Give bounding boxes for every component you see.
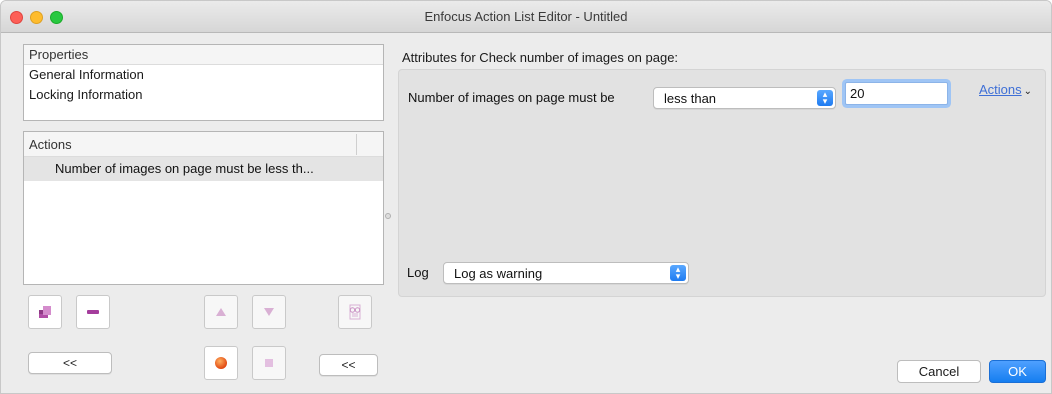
properties-header: Properties [24, 45, 383, 65]
action-row[interactable]: Number of images on page must be less th… [24, 157, 383, 181]
comparison-select-value: less than [664, 91, 717, 106]
log-select-value: Log as warning [454, 266, 543, 281]
select-stepper-icon: ▴ ▾ [670, 265, 686, 281]
comparison-select[interactable]: less than ▴ ▾ [653, 87, 836, 109]
actions-menu-label: Actions [979, 82, 1022, 97]
properties-list: Properties General Information Locking I… [23, 44, 384, 121]
actions-list: Actions Number of images on page must be… [23, 131, 384, 285]
properties-item-locking[interactable]: Locking Information [24, 85, 383, 105]
preview-button[interactable] [338, 295, 372, 329]
cancel-button[interactable]: Cancel [897, 360, 981, 383]
collapse-right-button[interactable]: << [319, 354, 378, 376]
triangle-down-icon [264, 308, 274, 316]
actions-header[interactable]: Actions [24, 132, 383, 157]
condition-label: Number of images on page must be [408, 90, 615, 105]
remove-action-button[interactable] [76, 295, 110, 329]
ok-button[interactable]: OK [989, 360, 1046, 383]
attributes-title: Attributes for Check number of images on… [402, 50, 679, 65]
log-select[interactable]: Log as warning ▴ ▾ [443, 262, 689, 284]
collapse-left-button[interactable]: << [28, 352, 112, 374]
move-down-button[interactable] [252, 295, 286, 329]
actions-header-label: Actions [29, 137, 72, 152]
log-label: Log [407, 265, 429, 280]
add-action-icon [39, 306, 51, 318]
select-stepper-icon: ▴ ▾ [817, 90, 833, 106]
split-view-handle[interactable] [385, 213, 391, 219]
glasses-document-icon [349, 304, 361, 320]
record-dot-icon [215, 357, 227, 369]
chevron-down-icon: ⌄ [1023, 86, 1033, 97]
triangle-up-icon [216, 308, 226, 316]
record-button[interactable] [204, 346, 238, 380]
add-action-button[interactable] [28, 295, 62, 329]
actions-menu-link[interactable]: Actions ⌄ [979, 82, 1032, 97]
app-window: Enfocus Action List Editor - Untitled Pr… [0, 0, 1052, 394]
move-up-button[interactable] [204, 295, 238, 329]
title-bar: Enfocus Action List Editor - Untitled [1, 1, 1051, 33]
remove-action-icon [87, 310, 99, 314]
image-count-input[interactable] [845, 82, 948, 105]
column-separator [356, 134, 357, 155]
properties-item-general[interactable]: General Information [24, 65, 383, 85]
stop-button[interactable] [252, 346, 286, 380]
window-title: Enfocus Action List Editor - Untitled [424, 9, 628, 24]
stop-square-icon [265, 359, 273, 367]
